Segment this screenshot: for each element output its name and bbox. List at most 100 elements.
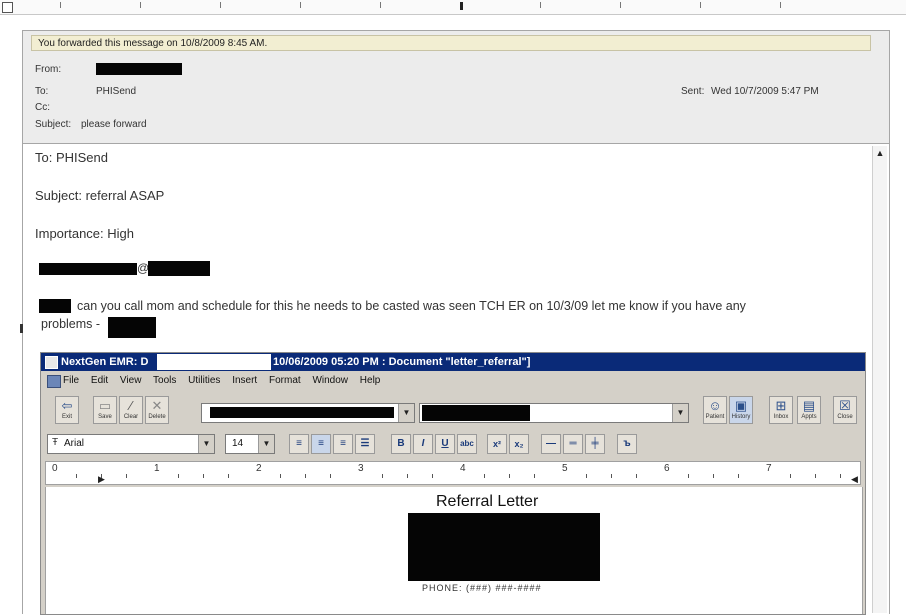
subscript-button[interactable]: x₂ (509, 434, 529, 454)
justify-button[interactable]: ☰ (355, 434, 375, 454)
close-icon: ☒ (839, 398, 851, 413)
forwarded-infobar[interactable]: You forwarded this message on 10/8/2009 … (31, 35, 871, 51)
font-size-combo[interactable]: 14 ▼ (225, 434, 275, 454)
body-importance-line: Importance: High (35, 226, 134, 241)
underline-icon: U (441, 438, 449, 449)
body-to-line: To: PHISend (35, 150, 108, 165)
insert-icon: ъ (623, 438, 631, 449)
chevron-down-icon[interactable]: ▼ (258, 435, 274, 453)
font-name-combo[interactable]: Ŧ Arial ▼ (47, 434, 215, 454)
outer-ruler (0, 0, 906, 15)
sent-label: Sent: (681, 86, 705, 97)
double-line-icon: ═ (569, 438, 577, 449)
emr-app-icon (45, 356, 58, 369)
patient-combo-redacted (422, 405, 530, 421)
strikethrough-button[interactable]: abc (457, 434, 477, 454)
font-size-value: 14 (232, 438, 244, 449)
clear-button[interactable]: ⁄ Clear (119, 396, 143, 424)
document-title: Referral Letter (436, 493, 539, 510)
ruler-number: 4 (460, 463, 466, 474)
align-center-button[interactable]: ≡ (311, 434, 331, 454)
chevron-down-icon[interactable]: ▼ (672, 404, 688, 422)
right-indent-marker-icon[interactable]: ◀ (851, 474, 858, 485)
menu-view[interactable]: View (120, 375, 142, 386)
italic-icon: I (421, 438, 425, 449)
emr-title-app: NextGen EMR: D (61, 356, 149, 368)
bold-icon: B (397, 438, 405, 449)
table-icon: ╪ (591, 438, 599, 449)
font-name-value: Arial (64, 438, 85, 449)
history-icon: ▣ (734, 398, 748, 413)
menu-help[interactable]: Help (360, 375, 381, 386)
italic-button[interactable]: I (413, 434, 433, 454)
from-value-redacted (96, 63, 182, 75)
strikethrough-icon: abc (460, 439, 474, 448)
left-indent-marker-icon[interactable]: ▶ (98, 474, 105, 485)
recipient-name-redacted (39, 299, 71, 313)
menu-file[interactable]: File (63, 375, 79, 386)
emr-title-bar: NextGen EMR: D 10/06/2009 05:20 PM : Doc… (41, 353, 865, 371)
superscript-icon: x² (492, 439, 501, 449)
message-header: You forwarded this message on 10/8/2009 … (22, 30, 890, 144)
body-subject-line: Subject: referral ASAP (35, 188, 165, 203)
close-button[interactable]: ☒ Close (833, 396, 857, 424)
exit-button[interactable]: ⇦ Exit (55, 396, 79, 424)
ruler-number: 5 (562, 463, 568, 474)
document-partial-line: PHONE: (###) ###-#### (422, 583, 542, 593)
ruler-number: 6 (664, 463, 670, 474)
message-text-cont: problems - (41, 317, 101, 331)
patient-button[interactable]: ☺ Patient (703, 396, 727, 424)
template-combo[interactable]: ▼ (201, 403, 415, 423)
inbox-icon: ⊞ (775, 398, 787, 413)
table-button[interactable]: ╪ (585, 434, 605, 454)
signature-redacted (108, 317, 156, 338)
left-margin-marker (20, 324, 23, 333)
save-icon: ▭ (98, 398, 112, 413)
align-center-icon: ≡ (318, 438, 324, 449)
patient-combo[interactable]: ▼ (419, 403, 689, 423)
clear-icon: ⁄ (129, 398, 133, 413)
emr-format-toolbar: Ŧ Arial ▼ 14 ▼ ≡ ≡ ≡ ☰ B I U abc x² x₂ —… (41, 431, 865, 459)
chevron-down-icon[interactable]: ▼ (198, 435, 214, 453)
align-right-icon: ≡ (340, 438, 346, 449)
template-value-redacted (210, 407, 394, 418)
chevron-down-icon[interactable]: ▼ (398, 404, 414, 422)
inbox-button[interactable]: ⊞ Inbox (769, 396, 793, 424)
to-label: To: (35, 86, 49, 97)
appts-button[interactable]: ▤ Appts (797, 396, 821, 424)
exit-icon: ⇦ (61, 398, 73, 413)
patient-name-redacted (157, 354, 271, 370)
bold-button[interactable]: B (391, 434, 411, 454)
email-user-redacted (39, 263, 137, 275)
scroll-up-arrow-icon[interactable]: ▲ (873, 146, 887, 160)
underline-button[interactable]: U (435, 434, 455, 454)
document-ruler[interactable]: 0 1 2 3 4 5 6 7 ▶ ◀ (45, 461, 861, 485)
menu-utilities[interactable]: Utilities (188, 375, 220, 386)
menu-tools[interactable]: Tools (153, 375, 176, 386)
align-left-button[interactable]: ≡ (289, 434, 309, 454)
message-text: can you call mom and schedule for this h… (77, 299, 746, 313)
menu-insert[interactable]: Insert (232, 375, 257, 386)
superscript-button[interactable]: x² (487, 434, 507, 454)
insert-button[interactable]: ъ (617, 434, 637, 454)
emr-menubar: File Edit View Tools Utilities Insert Fo… (41, 372, 865, 390)
ruler-number: 2 (256, 463, 262, 474)
align-right-button[interactable]: ≡ (333, 434, 353, 454)
document-canvas[interactable]: Referral Letter PHONE: (###) ###-#### (45, 487, 863, 614)
emr-main-toolbar: ⇦ Exit ▭ Save ⁄ Clear ✕ Delete ▼ ▼ ☺ Patient … (41, 391, 865, 429)
history-button[interactable]: ▣ History (729, 396, 753, 424)
delete-button[interactable]: ✕ Delete (145, 396, 169, 424)
horizontal-rule-button[interactable]: — (541, 434, 561, 454)
appointments-icon: ▤ (802, 398, 816, 413)
double-rule-button[interactable]: ═ (563, 434, 583, 454)
ruler-number: 3 (358, 463, 364, 474)
save-button[interactable]: ▭ Save (93, 396, 117, 424)
menu-edit[interactable]: Edit (91, 375, 108, 386)
vertical-scrollbar[interactable]: ▲ (872, 146, 887, 613)
menu-format[interactable]: Format (269, 375, 301, 386)
delete-icon: ✕ (151, 398, 163, 413)
ruler-number: 7 (766, 463, 772, 474)
patient-icon: ☺ (708, 398, 722, 413)
to-value[interactable]: PHISend (96, 86, 136, 97)
menu-window[interactable]: Window (312, 375, 348, 386)
